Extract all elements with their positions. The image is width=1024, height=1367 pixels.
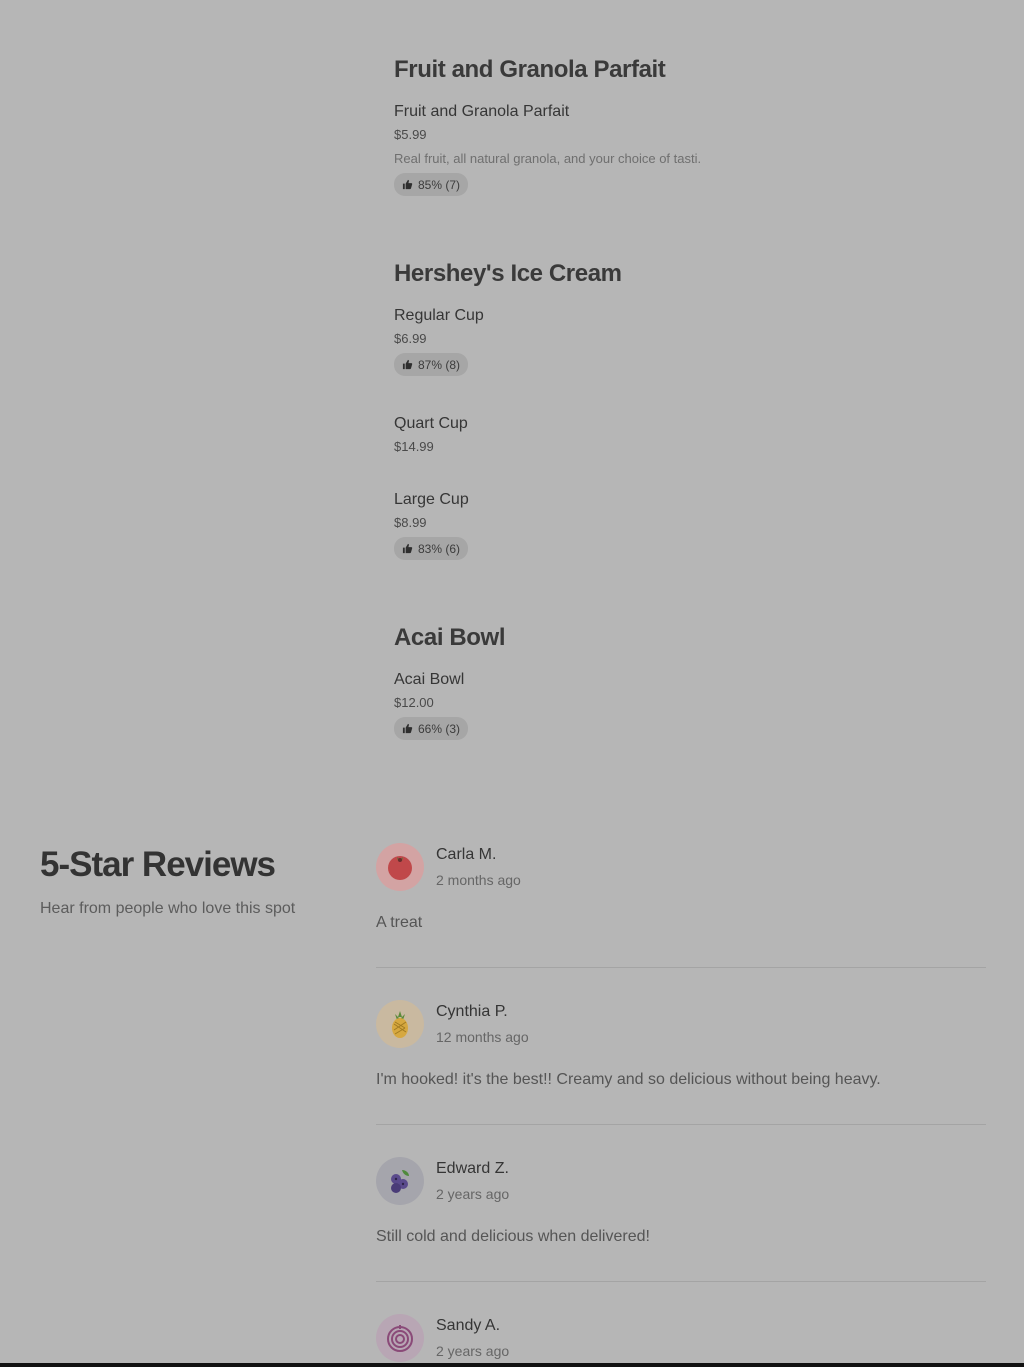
item-price: $8.99 [394,515,427,530]
review-text: I'm hooked! it's the best!! Creamy and s… [376,1071,881,1088]
divider [376,1124,986,1125]
reviewer-name: Cynthia P. [436,1003,508,1020]
item-price: $12.00 [394,695,434,710]
section-title: Fruit and Granola Parfait [394,56,666,83]
rating-text: 85% (7) [418,177,461,192]
review-date: 2 years ago [436,1343,510,1359]
avatar [376,1000,424,1048]
menu-section: Acai Bowl Acai Bowl $12.00 66% (3) [394,623,994,740]
onion-icon [387,1325,413,1352]
rating-badge: 66% (3) [394,717,469,740]
item-price: $6.99 [394,331,427,346]
item-name: Acai Bowl [394,671,465,688]
menu-item[interactable]: Quart Cup $14.99 [394,414,468,455]
section-title: Acai Bowl [394,624,506,651]
item-name: Fruit and Granola Parfait [394,103,570,120]
rating-text: 83% (6) [418,541,461,556]
review-text: Still cold and delicious when delivered! [376,1228,650,1245]
reviewer-name: Edward Z. [436,1160,509,1177]
menu-item[interactable]: Acai Bowl $12.00 66% (3) [394,670,469,740]
avatar [376,1157,424,1205]
avatar [376,1314,424,1362]
menu-item[interactable]: Regular Cup $6.99 87% (8) [394,306,484,376]
item-price: $14.99 [394,439,434,454]
rating-text: 87% (8) [418,357,461,372]
avatar [376,843,424,891]
rating-badge: 85% (7) [394,173,469,196]
tomato-icon [388,856,412,880]
review-date: 2 months ago [436,872,521,888]
section-title: Hershey's Ice Cream [394,260,622,287]
divider [376,967,986,968]
rating-badge: 87% (8) [394,353,469,376]
thumbs-up-icon [402,359,413,370]
reviews-subtitle: Hear from people who love this spot [40,900,296,917]
menu-item[interactable]: Large Cup $8.99 83% (6) [394,490,469,560]
item-name: Regular Cup [394,307,484,324]
item-name: Quart Cup [394,415,468,432]
item-name: Large Cup [394,491,469,508]
reviews-header: 5-Star Reviews Hear from people who love… [40,843,295,918]
reviewer-name: Carla M. [436,846,497,863]
reviews-title: 5-Star Reviews [40,845,276,884]
menu-item[interactable]: Fruit and Granola Parfait $5.99 Real fru… [394,102,701,196]
divider [376,1281,986,1282]
menu-section: Fruit and Granola Parfait Fruit and Gran… [394,55,994,196]
thumbs-up-icon [402,179,413,190]
thumbs-up-icon [402,543,413,554]
bottom-edge [0,1363,1024,1367]
review-date: 12 months ago [436,1029,529,1045]
menu-section: Hershey's Ice Cream Regular Cup $6.99 87… [394,259,994,560]
rating-badge: 83% (6) [394,537,469,560]
reviewer-name: Sandy A. [436,1317,501,1334]
review-date: 2 years ago [436,1186,510,1202]
thumbs-up-icon [402,723,413,734]
blueberry-icon [391,1170,409,1193]
review-text: A treat [376,914,423,931]
item-price: $5.99 [394,127,427,142]
rating-text: 66% (3) [418,721,461,736]
pineapple-icon [392,1011,408,1038]
item-description: Real fruit, all natural granola, and you… [394,151,702,166]
